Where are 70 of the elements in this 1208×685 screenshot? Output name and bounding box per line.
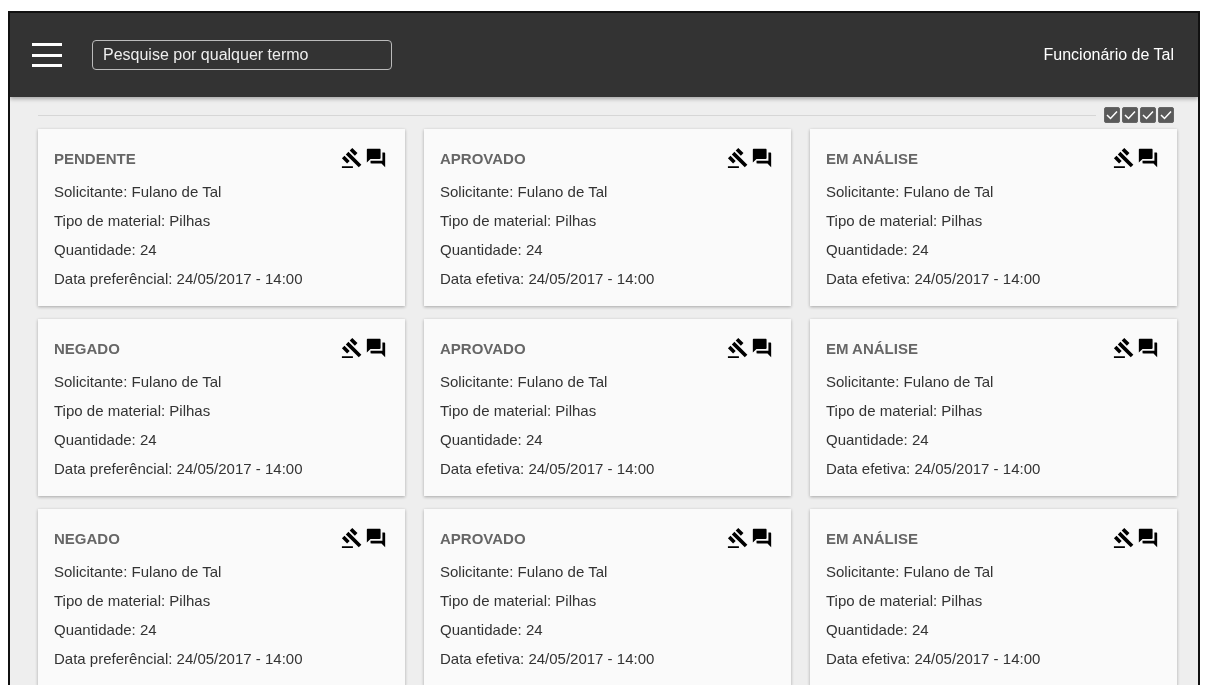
gavel-icon[interactable] bbox=[1113, 147, 1135, 169]
user-name: Funcionário de Tal bbox=[1043, 46, 1174, 64]
checkbox[interactable] bbox=[1158, 107, 1174, 123]
card-detail: Solicitante: Fulano de Tal bbox=[826, 372, 995, 392]
card-detail: Tipo de material: Pilhas bbox=[826, 211, 984, 231]
card-detail: Solicitante: Fulano de Tal bbox=[826, 182, 995, 202]
chat-icon[interactable] bbox=[751, 337, 773, 359]
search-field[interactable]: Pesquise por qualquer termo bbox=[92, 40, 392, 70]
card-detail: Quantidade: 24 bbox=[54, 430, 158, 450]
card-detail: Tipo de material: Pilhas bbox=[440, 401, 598, 421]
status-label: APROVADO bbox=[440, 149, 526, 167]
gavel-icon[interactable] bbox=[1113, 527, 1135, 549]
card-detail: Quantidade: 24 bbox=[440, 430, 544, 450]
card-detail: Quantidade: 24 bbox=[54, 620, 158, 640]
card-detail: Tipo de material: Pilhas bbox=[54, 211, 212, 231]
status-label: EM ANÁLISE bbox=[826, 149, 918, 167]
card-detail: Tipo de material: Pilhas bbox=[54, 591, 212, 611]
chat-icon[interactable] bbox=[365, 147, 387, 169]
chat-icon[interactable] bbox=[365, 337, 387, 359]
card-detail: Solicitante: Fulano de Tal bbox=[54, 182, 223, 202]
card-detail: Quantidade: 24 bbox=[826, 430, 930, 450]
gavel-icon[interactable] bbox=[727, 337, 749, 359]
chat-icon[interactable] bbox=[1137, 527, 1159, 549]
status-label: NEGADO bbox=[54, 529, 120, 547]
menu-button[interactable] bbox=[32, 43, 62, 67]
chat-icon[interactable] bbox=[1137, 147, 1159, 169]
status-label: PENDENTE bbox=[54, 149, 136, 167]
status-label: EM ANÁLISE bbox=[826, 529, 918, 547]
card-detail: Data efetiva: 24/05/2017 - 14:00 bbox=[440, 269, 656, 289]
status-label: EM ANÁLISE bbox=[826, 339, 918, 357]
card-detail: Solicitante: Fulano de Tal bbox=[54, 372, 223, 392]
card-detail: Data efetiva: 24/05/2017 - 14:00 bbox=[826, 649, 1042, 669]
card-detail: Data efetiva: 24/05/2017 - 14:00 bbox=[440, 649, 656, 669]
chat-icon[interactable] bbox=[1137, 337, 1159, 359]
gavel-icon[interactable] bbox=[1113, 337, 1135, 359]
card-detail: Solicitante: Fulano de Tal bbox=[826, 562, 995, 582]
checkbox[interactable] bbox=[1140, 107, 1156, 123]
card-detail: Solicitante: Fulano de Tal bbox=[440, 182, 609, 202]
card-detail: Quantidade: 24 bbox=[826, 620, 930, 640]
checkbox[interactable] bbox=[1104, 107, 1120, 123]
gavel-icon[interactable] bbox=[341, 527, 363, 549]
card-detail: Tipo de material: Pilhas bbox=[440, 591, 598, 611]
gavel-icon[interactable] bbox=[727, 527, 749, 549]
status-label: APROVADO bbox=[440, 529, 526, 547]
card-detail: Tipo de material: Pilhas bbox=[826, 401, 984, 421]
card-detail: Quantidade: 24 bbox=[440, 620, 544, 640]
card-detail: Solicitante: Fulano de Tal bbox=[54, 562, 223, 582]
gavel-icon[interactable] bbox=[341, 147, 363, 169]
card-detail: Data efetiva: 24/05/2017 - 14:00 bbox=[440, 459, 656, 479]
chat-icon[interactable] bbox=[751, 147, 773, 169]
card-detail: Quantidade: 24 bbox=[826, 240, 930, 260]
chat-icon[interactable] bbox=[751, 527, 773, 549]
checkbox[interactable] bbox=[1122, 107, 1138, 123]
card-detail: Quantidade: 24 bbox=[440, 240, 544, 260]
gavel-icon[interactable] bbox=[341, 337, 363, 359]
gavel-icon[interactable] bbox=[727, 147, 749, 169]
card-detail: Solicitante: Fulano de Tal bbox=[440, 562, 609, 582]
card-detail: Quantidade: 24 bbox=[54, 240, 158, 260]
status-label: NEGADO bbox=[54, 339, 120, 357]
card-detail: Tipo de material: Pilhas bbox=[826, 591, 984, 611]
card-detail: Data efetiva: 24/05/2017 - 14:00 bbox=[826, 459, 1042, 479]
card-detail: Data preferêncial: 24/05/2017 - 14:00 bbox=[54, 649, 304, 669]
status-label: APROVADO bbox=[440, 339, 526, 357]
card-detail: Data preferêncial: 24/05/2017 - 14:00 bbox=[54, 269, 304, 289]
card-detail: Data preferêncial: 24/05/2017 - 14:00 bbox=[54, 459, 304, 479]
card-detail: Data efetiva: 24/05/2017 - 14:00 bbox=[826, 269, 1042, 289]
card-detail: Solicitante: Fulano de Tal bbox=[440, 372, 609, 392]
chat-icon[interactable] bbox=[365, 527, 387, 549]
card-detail: Tipo de material: Pilhas bbox=[440, 211, 598, 231]
card-detail: Tipo de material: Pilhas bbox=[54, 401, 212, 421]
